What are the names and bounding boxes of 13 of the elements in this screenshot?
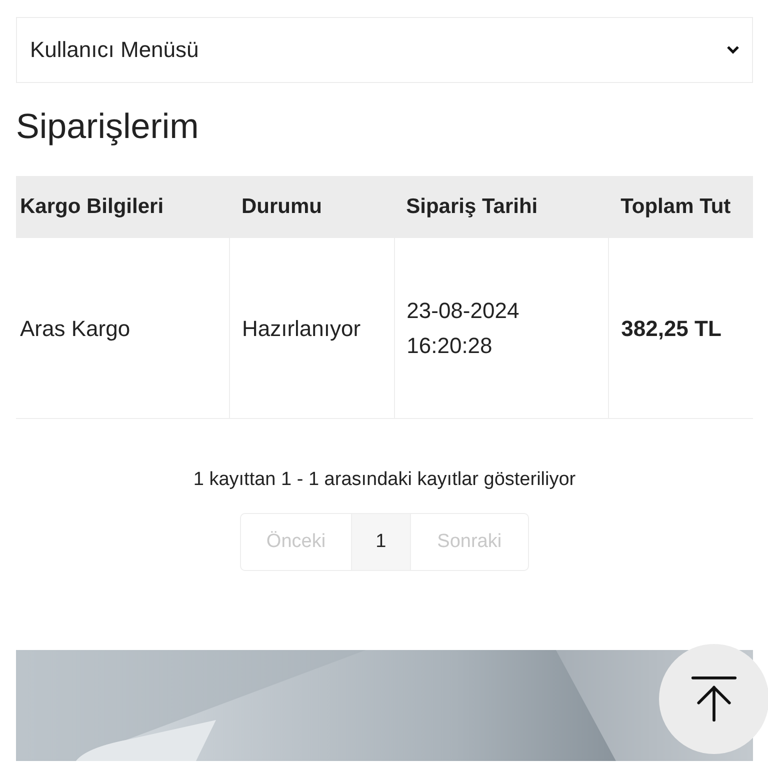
table-cell: Hazırlanıyor xyxy=(229,238,394,418)
table-cell: 23-08-2024 16:20:28 xyxy=(394,238,609,418)
column-header: Sipariş Tarihi xyxy=(394,176,609,238)
column-header: Kargo Bilgileri xyxy=(16,176,230,238)
page-number-button[interactable]: 1 xyxy=(350,513,412,571)
column-header: Durumu xyxy=(229,176,394,238)
chevron-down-icon xyxy=(726,45,740,55)
table-cell: 382,25 TL xyxy=(608,238,753,418)
column-header: Toplam Tut xyxy=(608,176,753,238)
page-title: Siparişlerim xyxy=(16,107,200,147)
user-menu-dropdown[interactable]: Kullanıcı Menüsü xyxy=(16,17,753,83)
table-cell: Aras Kargo xyxy=(16,238,230,418)
records-summary: 1 kayıttan 1 - 1 arasındaki kayıtlar gösteriliyor xyxy=(192,469,577,491)
